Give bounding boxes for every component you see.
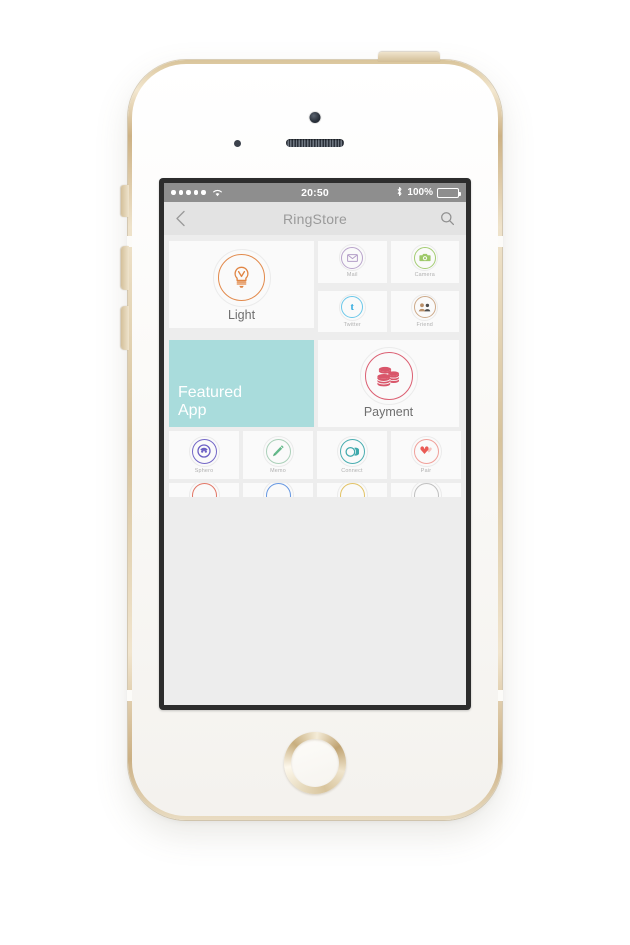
app-tile-camera[interactable]: Camera: [390, 241, 459, 283]
overlapping-circles-icon: [336, 435, 368, 467]
earpiece-speaker-icon: [286, 139, 344, 147]
app-label: Memo: [270, 467, 286, 474]
featured-app-tile[interactable]: Featured App: [169, 340, 314, 427]
small-tiles-row-b: t Twitter Friend: [318, 290, 459, 332]
status-bar-clock: 20:50: [301, 186, 329, 199]
front-camera-icon: [309, 112, 321, 123]
volume-down-button[interactable]: [121, 246, 129, 290]
app-label: Friend: [416, 321, 433, 328]
app-label: Camera: [414, 272, 435, 279]
iphone-device: 20:50 100% RingStore Light Mail Camera t…: [121, 52, 503, 820]
phone-screen: 20:50 100% RingStore Light Mail Camera t…: [164, 183, 466, 705]
app-tile-connect[interactable]: Connect: [317, 431, 387, 479]
app-grid: Light Mail Camera t Twitter Friend Featu…: [164, 235, 466, 705]
app-tile-pair[interactable]: Pair: [391, 431, 461, 479]
circle-outline-icon: [262, 483, 294, 497]
double-heart-icon: [410, 435, 442, 467]
home-button-inner: [291, 739, 339, 787]
app-label: Payment: [363, 405, 414, 419]
grid-row-2: Featured App Payment: [169, 340, 461, 427]
app-tile-payment[interactable]: Payment: [318, 340, 459, 427]
people-icon: [411, 293, 439, 321]
featured-app-text: Featured App: [178, 384, 242, 420]
battery-full-icon: [437, 187, 461, 198]
lightbulb-icon: [212, 248, 271, 307]
status-bar: 20:50 100%: [164, 183, 466, 202]
coins-stack-icon: [359, 347, 418, 405]
app-label: Sphero: [194, 467, 214, 474]
home-button[interactable]: [284, 732, 346, 794]
app-tile-clipped-2[interactable]: [243, 483, 313, 497]
app-label: Twitter: [343, 321, 361, 328]
featured-line-2: App: [178, 402, 207, 419]
app-label: Pair: [420, 467, 432, 474]
small-tiles-column-1: Mail Camera t Twitter Friend: [318, 241, 459, 336]
small-tiles-row-a: Mail Camera: [318, 241, 459, 283]
envelope-icon: [338, 244, 366, 272]
volume-up-button[interactable]: [121, 306, 129, 350]
screen-bezel: 20:50 100% RingStore Light Mail Camera t…: [159, 178, 471, 710]
circle-outline-icon: [410, 483, 442, 497]
app-label: Light: [227, 307, 256, 322]
navigation-bar: RingStore: [164, 202, 466, 236]
proximity-sensor-icon: [234, 140, 241, 147]
app-tile-clipped-4[interactable]: [391, 483, 461, 497]
app-tile-light[interactable]: Light: [169, 241, 314, 328]
app-tile-twitter[interactable]: t Twitter: [318, 290, 387, 332]
sphero-robot-icon: [188, 435, 220, 467]
search-icon[interactable]: [440, 211, 455, 226]
chevron-left-icon[interactable]: [175, 210, 186, 227]
app-tile-friend[interactable]: Friend: [390, 290, 459, 332]
app-tile-mail[interactable]: Mail: [318, 241, 387, 283]
circle-outline-icon: [336, 483, 368, 497]
antenna-break-right-bottom: [498, 690, 503, 701]
camera-icon: [411, 244, 439, 272]
app-label: Mail: [346, 272, 358, 279]
app-tile-sphero[interactable]: Sphero: [169, 431, 239, 479]
grid-row-3: Sphero Memo Connect Pair: [169, 431, 461, 479]
power-button[interactable]: [378, 52, 440, 62]
antenna-break-right-top: [498, 236, 503, 247]
antenna-break-left-bottom: [127, 690, 132, 701]
page-title: RingStore: [282, 210, 348, 227]
app-tile-clipped-1[interactable]: [169, 483, 239, 497]
mute-switch-button[interactable]: [121, 185, 129, 217]
app-label: Connect: [341, 467, 363, 474]
app-tile-clipped-3[interactable]: [317, 483, 387, 497]
app-tile-memo[interactable]: Memo: [243, 431, 313, 479]
featured-line-1: Featured: [178, 384, 243, 401]
circle-outline-icon: [188, 483, 220, 497]
grid-row-4-clipped: [169, 483, 461, 497]
pencil-icon: [262, 435, 294, 467]
grid-row-1: Light Mail Camera t Twitter Friend: [169, 241, 461, 336]
twitter-bird-icon: t: [338, 293, 366, 321]
